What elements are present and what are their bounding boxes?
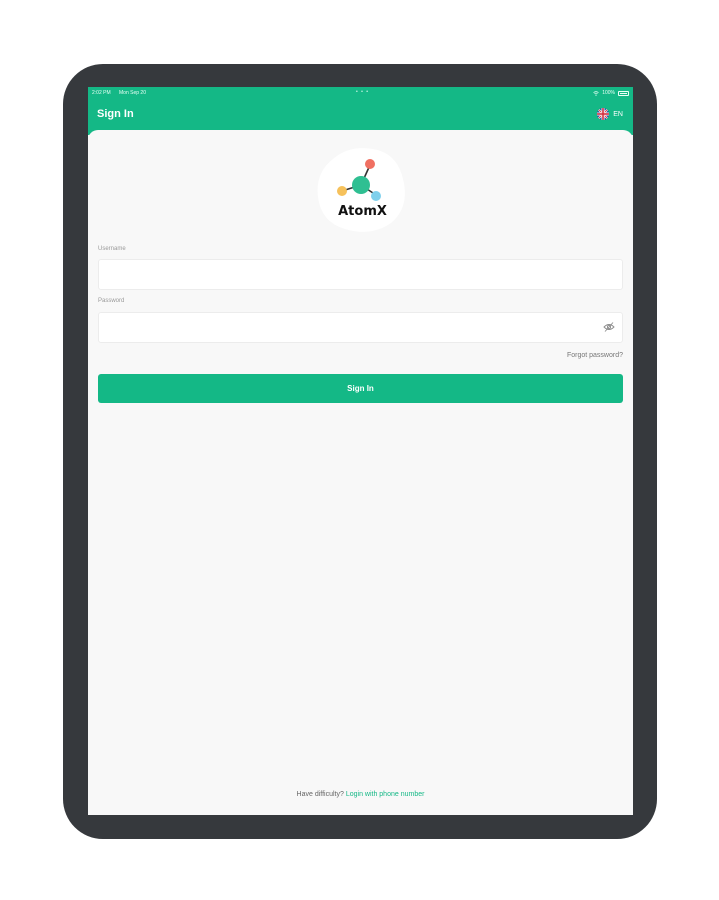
status-left: 2:02 PM Mon Sep 20 — [92, 90, 153, 96]
username-input[interactable] — [98, 259, 623, 290]
molecule-logo-icon — [317, 148, 405, 232]
status-time: 2:02 PM — [92, 90, 111, 96]
logo-text: AtomX — [338, 204, 387, 219]
status-dots: • • • — [356, 89, 370, 95]
battery-percentage: 100% — [602, 90, 615, 96]
eye-off-icon[interactable] — [603, 321, 615, 333]
status-date: Mon Sep 20 — [119, 90, 146, 96]
language-selector[interactable]: EN — [597, 108, 623, 120]
wifi-icon — [593, 90, 599, 96]
status-bar: 2:02 PM Mon Sep 20 • • • 100% — [88, 87, 633, 99]
password-label: Password — [98, 298, 125, 304]
login-card: AtomX Username Password Forgot password?… — [88, 130, 633, 815]
atomx-logo: AtomX — [315, 145, 410, 233]
battery-icon — [618, 90, 629, 96]
sign-in-button[interactable]: Sign In — [98, 374, 623, 403]
app-screen: 2:02 PM Mon Sep 20 • • • 100% Sign In EN… — [88, 87, 633, 815]
page-title: Sign In — [97, 108, 134, 120]
login-help: Have difficulty? Login with phone number — [88, 791, 633, 798]
password-input[interactable] — [98, 312, 623, 343]
status-right: 100% — [593, 90, 629, 96]
phone-login-link[interactable]: Login with phone number — [346, 791, 425, 798]
username-label: Username — [98, 246, 126, 252]
help-prompt: Have difficulty? — [296, 791, 344, 798]
language-code: EN — [613, 110, 623, 118]
uk-flag-icon — [597, 108, 610, 120]
forgot-password-link[interactable]: Forgot password? — [567, 352, 623, 359]
